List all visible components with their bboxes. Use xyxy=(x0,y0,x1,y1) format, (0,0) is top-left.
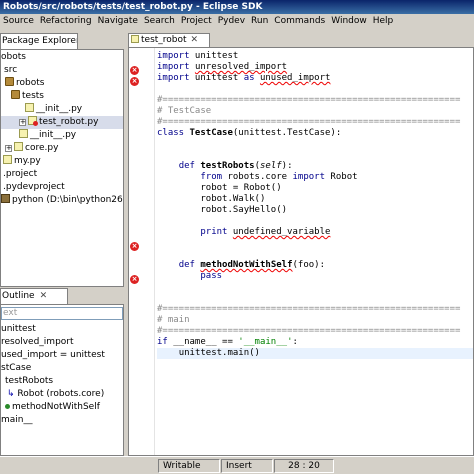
status-bar: Writable Insert 28 : 20 xyxy=(0,456,474,474)
python-file-icon xyxy=(131,35,139,43)
outline-filter-input[interactable]: ext xyxy=(1,307,123,320)
outline-item[interactable]: methodNotWithSelf xyxy=(5,401,100,414)
error-marker-icon[interactable]: × xyxy=(130,242,139,251)
close-icon[interactable]: ✕ xyxy=(191,35,199,45)
tree-item-test-robot[interactable]: + test_robot.py xyxy=(1,116,123,129)
outline-item[interactable]: stCase xyxy=(1,362,31,375)
tree-item-tests-init[interactable]: __init__.py xyxy=(25,103,82,116)
code-line: #=======================================… xyxy=(157,95,461,105)
code-line: # main xyxy=(157,315,190,325)
outline-item[interactable]: resolved_import xyxy=(1,336,74,349)
menu-source[interactable]: Source xyxy=(0,14,37,28)
menu-navigate[interactable]: Navigate xyxy=(95,14,141,28)
tab-package-explorer[interactable]: Package Explorer✕ xyxy=(0,33,78,49)
menu-help[interactable]: Help xyxy=(370,14,397,28)
python-file-icon xyxy=(19,129,28,138)
outline-item[interactable]: used_import = unittest xyxy=(1,349,105,362)
error-marker-icon[interactable]: × xyxy=(130,77,139,86)
package-icon xyxy=(11,90,20,99)
editor-tab-test-robot[interactable]: test_robot ✕ xyxy=(128,33,210,48)
python-file-icon xyxy=(14,142,23,151)
menu-window[interactable]: Window xyxy=(328,14,370,28)
code-line-current: unittest.main() xyxy=(157,348,473,359)
outline-item[interactable]: testRobots xyxy=(5,375,53,388)
tree-item-project-file[interactable]: .project xyxy=(3,168,37,181)
tree-item-my[interactable]: my.py xyxy=(3,155,41,168)
tree-item-python-interpreter[interactable]: python (D:\bin\python265\pythor xyxy=(1,194,123,207)
code-line: # TestCase xyxy=(157,106,212,116)
menu-project[interactable]: Project xyxy=(178,14,215,28)
menu-search[interactable]: Search xyxy=(141,14,178,28)
code-line: class TestCase(unittest.TestCase): xyxy=(157,128,342,138)
outline-item[interactable]: unittest xyxy=(1,323,36,336)
library-icon xyxy=(1,194,10,203)
status-cursor-position: 28 : 20 xyxy=(274,459,334,473)
package-icon xyxy=(5,77,14,86)
code-line: #=======================================… xyxy=(157,304,461,314)
editor-gutter: × × × × xyxy=(129,48,155,455)
menu-refactoring[interactable]: Refactoring xyxy=(37,14,95,28)
outline-item[interactable]: main__ xyxy=(1,414,33,427)
code-line: import unittest as unused_import xyxy=(157,73,331,83)
tab-label: Package Explorer xyxy=(2,36,78,46)
tab-label: Outline xyxy=(2,291,35,301)
tree-item-robots-package[interactable]: robots xyxy=(5,77,44,90)
close-icon[interactable]: ✕ xyxy=(40,291,48,301)
code-line: robot = Robot() xyxy=(200,183,282,193)
code-line: print undefined_variable xyxy=(200,227,331,237)
code-editor[interactable]: × × × × import unittest import unresolve… xyxy=(128,47,474,456)
tab-outline[interactable]: Outline ✕ xyxy=(0,288,68,304)
menu-run[interactable]: Run xyxy=(248,14,271,28)
code-line: robot.SayHello() xyxy=(200,205,288,215)
menu-bar: Source Refactoring Navigate Search Project Py… xyxy=(0,14,474,28)
menu-pydev[interactable]: Pydev xyxy=(215,14,248,28)
package-explorer-tree: obots src robots tests __init__.py + test… xyxy=(0,49,124,287)
code-line: if __name__ == '__main__': xyxy=(157,337,298,347)
code-line: def methodNotWithSelf(foo): xyxy=(178,260,326,270)
code-line: import unresolved_import xyxy=(157,62,288,72)
code-line: #=======================================… xyxy=(157,326,461,336)
python-file-icon xyxy=(25,103,34,112)
tab-label: test_robot xyxy=(141,35,187,45)
tree-item-pydevproject-file[interactable]: .pydevproject xyxy=(3,181,65,194)
outline-item-robot-import[interactable]: ↳ Robot (robots.core) xyxy=(7,388,104,401)
error-marker-icon[interactable]: × xyxy=(130,275,139,284)
expand-icon[interactable]: + xyxy=(5,145,12,152)
error-marker-icon[interactable]: × xyxy=(130,66,139,75)
left-pane: Package Explorer✕ obots src robots tests… xyxy=(0,31,124,456)
menu-commands[interactable]: Commands xyxy=(271,14,328,28)
import-arrow-icon: ↳ xyxy=(7,389,15,399)
code-line: def testRobots(self): xyxy=(178,161,293,171)
code-line: pass xyxy=(200,271,223,281)
tree-item-core[interactable]: + core.py xyxy=(5,142,58,155)
status-writable: Writable xyxy=(158,459,220,473)
outline-tree: ext unittest resolved_import used_import… xyxy=(0,304,124,456)
expand-icon[interactable]: + xyxy=(19,119,26,126)
method-icon xyxy=(5,404,10,409)
window-title: Robots/src/robots/tests/test_robot.py - … xyxy=(0,0,474,14)
code-line: robot.Walk() xyxy=(200,194,266,204)
tree-item-robots-project[interactable]: obots xyxy=(1,51,26,64)
python-file-error-icon xyxy=(28,116,38,126)
status-insert-mode: Insert xyxy=(221,459,273,473)
python-file-icon xyxy=(3,155,12,164)
code-line: from robots.core import Robot xyxy=(200,172,358,182)
code-line: import unittest xyxy=(157,51,239,61)
tree-item-robots-init[interactable]: __init__.py xyxy=(19,129,76,142)
code-line: #=======================================… xyxy=(157,117,461,127)
tree-item-tests[interactable]: tests xyxy=(11,90,44,103)
tree-item-src[interactable]: src xyxy=(4,64,17,77)
code-area[interactable]: import unittest import unresolved_import… xyxy=(157,48,473,455)
